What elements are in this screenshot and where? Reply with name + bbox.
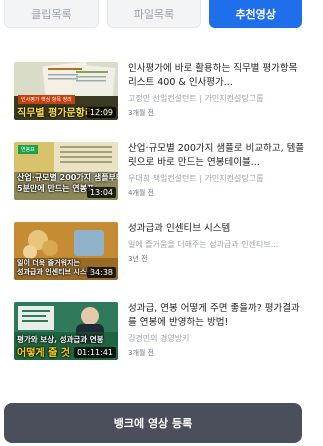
register-video-button[interactable]: 뱅크에 영상 등록 bbox=[4, 403, 302, 443]
thumbnail-caption: 성과급과 인센티브 시스템 bbox=[17, 268, 93, 276]
tab-file-list[interactable]: 파일목록 bbox=[106, 0, 202, 28]
video-item[interactable]: 인사평가 핵심 항목 정리 직무별 평가문항리스트 12:09 인사평가에 바로… bbox=[14, 62, 310, 142]
tab-bar: 클립목록 파일목록 추천영상 bbox=[4, 0, 303, 28]
video-date: 3개월 전 bbox=[128, 109, 154, 117]
video-date: 3개월 전 bbox=[128, 349, 154, 357]
video-duration: 12:09 bbox=[86, 107, 116, 118]
video-thumbnail[interactable]: 평가와 보상, 성과급과 연봉 어떻게 줄 것 01:11:41 bbox=[14, 302, 118, 360]
thumbnail-caption: 5분만에 만드는 연봉표 bbox=[17, 184, 95, 193]
video-title[interactable]: 성과급, 연봉 어떻게 주면 좋을까? 평가결과를 연봉에 반영하는 방법! bbox=[128, 302, 306, 330]
tab-clip-list[interactable]: 클립목록 bbox=[4, 0, 99, 28]
thumbnail-tag: 연봉표 bbox=[18, 145, 38, 154]
video-thumbnail[interactable]: 일이 더욱 즐거워지는 성과급과 인센티브 시스템 34:38 bbox=[14, 222, 118, 280]
video-title[interactable]: 성과급과 인센티브 시스템 bbox=[128, 222, 306, 236]
video-title[interactable]: 산업·규모별 200가지 샘플로 비교하고, 템플릿으로 바로 만드는 연봉테이… bbox=[128, 142, 306, 170]
video-item[interactable]: 평가와 보상, 성과급과 연봉 어떻게 줄 것 01:11:41 성과급, 연봉… bbox=[14, 302, 310, 382]
video-thumbnail[interactable]: 연봉표 산업·규모별 200가지 샘플부터 5분만에 만드는 연봉표 13:04 bbox=[14, 142, 118, 200]
tab-recommended-videos[interactable]: 추천영상 bbox=[209, 0, 303, 28]
video-item[interactable]: 연봉표 산업·규모별 200가지 샘플부터 5분만에 만드는 연봉표 13:04… bbox=[14, 142, 310, 222]
video-duration: 34:38 bbox=[86, 267, 116, 278]
video-item[interactable]: 일이 더욱 즐거워지는 성과급과 인센티브 시스템 34:38 성과급과 인센티… bbox=[14, 222, 310, 302]
video-list: 인사평가 핵심 항목 정리 직무별 평가문항리스트 12:09 인사평가에 바로… bbox=[14, 62, 310, 382]
thumbnail-caption: 산업·규모별 200가지 샘플부터 bbox=[17, 173, 118, 182]
thumbnail-caption: 어떻게 줄 것 bbox=[17, 348, 70, 359]
video-duration: 13:04 bbox=[86, 187, 116, 198]
video-date: 3년 전 bbox=[128, 255, 148, 263]
video-channel[interactable]: 김경민의 경영방키 bbox=[128, 333, 306, 344]
thumbnail-tag: 인사평가 핵심 항목 정리 bbox=[18, 95, 75, 104]
video-duration: 01:11:41 bbox=[74, 347, 116, 358]
video-channel[interactable]: 우대희 책임컨설턴트 | 가인지컨설팅그룹 bbox=[128, 173, 306, 184]
video-channel[interactable]: 고정민 선임컨설턴트 | 가인지컨설팅그룹 bbox=[128, 93, 306, 104]
video-date: 4개월 전 bbox=[128, 189, 154, 197]
video-channel[interactable]: 일에 즐거움을 더해주는 성과급과 인센티브... bbox=[128, 239, 306, 250]
video-thumbnail[interactable]: 인사평가 핵심 항목 정리 직무별 평가문항리스트 12:09 bbox=[14, 62, 118, 120]
video-title[interactable]: 인사평가에 바로 활용하는 직무별 평가항목리스트 400 & 인사평가... bbox=[128, 62, 306, 90]
